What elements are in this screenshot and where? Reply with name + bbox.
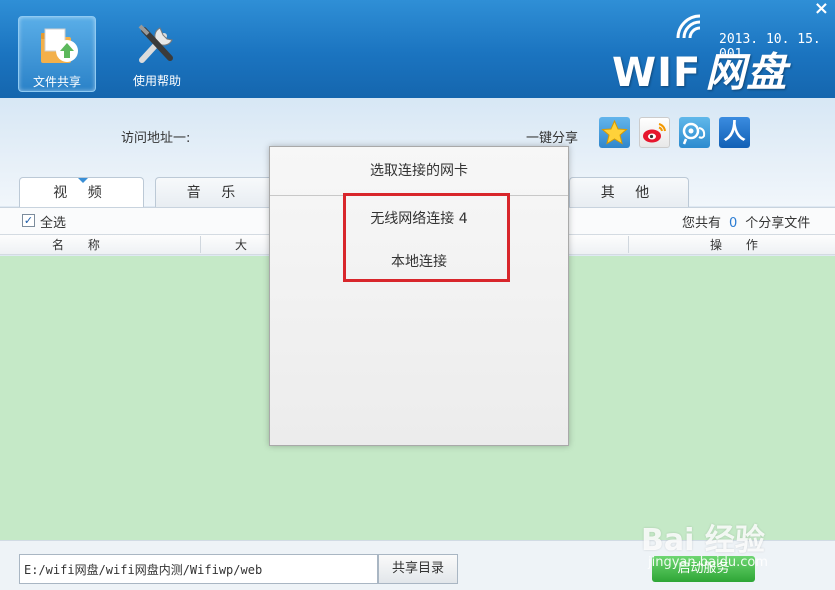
folder-upload-icon (41, 28, 78, 63)
count-value: 0 (729, 216, 738, 231)
qzone-share-icon[interactable] (599, 117, 630, 148)
column-name[interactable]: 名 称 (52, 236, 110, 253)
one-click-share-label: 一键分享 (526, 131, 579, 146)
access-address-label: 访问地址一: (121, 131, 191, 146)
help-label: 使用帮助 (132, 74, 181, 88)
star-icon (601, 119, 628, 145)
close-icon[interactable]: × (814, 0, 829, 19)
weibo-icon (643, 123, 666, 143)
select-nic-dialog: 选取连接的网卡 无线网络连接 4 本地连接 (269, 146, 569, 446)
count-prefix: 您共有 (682, 216, 722, 231)
column-divider (200, 236, 201, 253)
tab-video[interactable]: 视 频 (19, 177, 144, 207)
logo-wifi-text: WIF (612, 50, 702, 96)
select-all-checkbox[interactable]: ✓ (22, 214, 35, 227)
share-path-input[interactable] (19, 554, 378, 584)
wifi-signal-icon (676, 14, 701, 39)
tab-other[interactable]: 其 他 (569, 177, 689, 207)
highlight-box (343, 193, 510, 282)
tools-icon (138, 24, 173, 63)
version-label: 2013. 10. 15. 001 (719, 32, 821, 62)
tab-music[interactable]: 音 乐 (155, 177, 275, 207)
column-divider (628, 236, 629, 253)
dialog-title: 选取连接的网卡 (370, 163, 468, 179)
sina-weibo-share-icon[interactable] (639, 117, 670, 148)
share-directory-button[interactable]: 共享目录 (378, 554, 458, 584)
column-action[interactable]: 操 作 (710, 236, 768, 253)
tencent-weibo-icon (682, 122, 706, 145)
file-share-button[interactable]: 文件共享 (18, 16, 96, 92)
count-suffix: 个分享文件 (745, 216, 811, 231)
baidu-watermark: Bai 经验 (641, 523, 765, 558)
baidu-watermark-url: jingyan.baidu.com (648, 555, 768, 570)
share-count: 您共有 0 个分享文件 (682, 212, 810, 231)
tencent-weibo-share-icon[interactable] (679, 117, 710, 148)
file-share-label: 文件共享 (32, 75, 81, 89)
select-all-label: 全选 (40, 216, 67, 231)
help-button[interactable]: 使用帮助 (118, 16, 196, 92)
renren-share-icon[interactable]: 人 (719, 117, 750, 148)
